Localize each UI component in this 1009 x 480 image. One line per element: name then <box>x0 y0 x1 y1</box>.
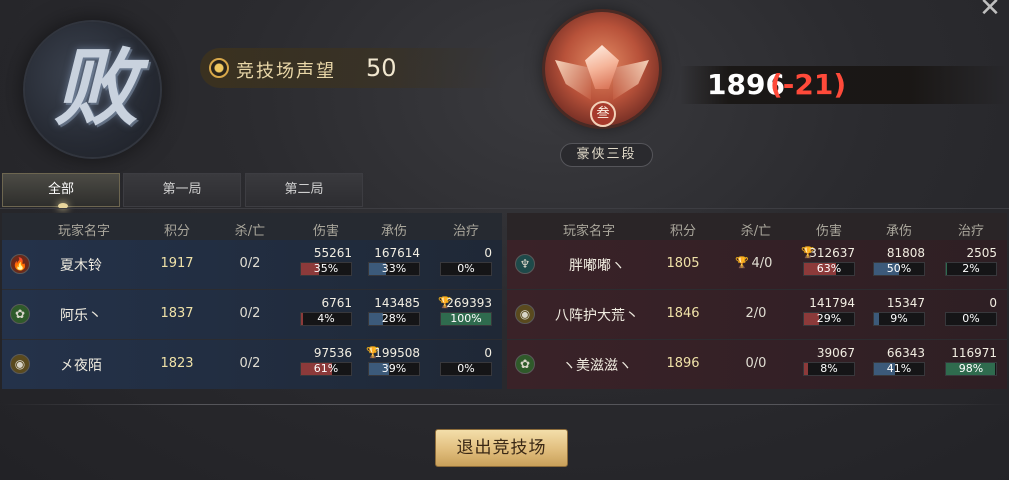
heal-share-percent: 98% <box>958 362 984 375</box>
player-kill-death: 4/0 <box>751 256 773 271</box>
tab-divider <box>0 208 1009 209</box>
damage-share-percent: 35% <box>313 262 339 275</box>
col-header-heal: 治疗 <box>452 224 479 239</box>
trident-icon: ♆ <box>515 254 535 274</box>
tank-share-percent: 39% <box>381 362 407 375</box>
tab-all[interactable]: 全部 <box>2 173 120 207</box>
prestige-value: 50 <box>366 54 397 82</box>
heal-share-percent: 0% <box>457 362 475 375</box>
leaf-icon: ✿ <box>515 354 535 374</box>
rating-delta: (-21) <box>770 68 847 101</box>
player-score: 1823 <box>160 356 194 371</box>
player-kill-death: 0/2 <box>239 356 261 371</box>
player-kill-death: 0/2 <box>239 256 261 271</box>
player-name[interactable]: 阿乐丶 <box>60 305 140 325</box>
heal-value: 0 <box>989 296 997 310</box>
tank-value: 199508 <box>374 346 420 360</box>
rank-name: 豪侠三段 <box>560 143 653 167</box>
heal-share-percent: 0% <box>457 262 475 275</box>
col-header-damage: 伤害 <box>312 224 339 239</box>
col-header-score: 积分 <box>669 224 696 239</box>
player-kill-death: 2/0 <box>745 306 767 321</box>
tank-value: 143485 <box>374 296 420 310</box>
prestige-label: 竞技场声望 <box>236 61 336 82</box>
col-header-kd: 杀/亡 <box>234 224 266 239</box>
damage-share-percent: 8% <box>820 362 838 375</box>
flame-icon: 🔥 <box>10 254 30 274</box>
prestige-coin-icon <box>209 58 229 78</box>
damage-share-percent: 61% <box>313 362 339 375</box>
tank-value: 66343 <box>886 346 925 360</box>
col-header-name: 玩家名字 <box>57 224 110 239</box>
heal-value: 2505 <box>966 246 997 260</box>
defeat-text: 败 <box>53 38 138 137</box>
col-header-tank: 承伤 <box>885 224 912 239</box>
tank-share-percent: 9% <box>890 312 908 325</box>
player-score: 1805 <box>666 256 700 271</box>
tank-value: 15347 <box>886 296 925 310</box>
footer-divider <box>0 404 1009 405</box>
tab-round-2[interactable]: 第二局 <box>245 173 363 207</box>
tank-share-percent: 28% <box>381 312 407 325</box>
col-header-kd: 杀/亡 <box>740 224 772 239</box>
damage-value: 55261 <box>313 246 352 260</box>
exit-arena-button[interactable]: 退出竞技场 <box>435 429 568 467</box>
damage-value: 39067 <box>816 346 855 360</box>
orb-icon: ◉ <box>10 354 30 374</box>
tank-share-percent: 50% <box>886 262 912 275</box>
player-name[interactable]: 夏木铃 <box>60 255 140 275</box>
heal-value: 116971 <box>951 346 997 360</box>
tab-round-1[interactable]: 第一局 <box>123 173 241 207</box>
player-name[interactable]: 胖嘟嘟ヽ <box>547 255 647 275</box>
damage-value: 141794 <box>809 296 855 310</box>
tank-value: 167614 <box>374 246 420 260</box>
tank-share-percent: 41% <box>886 362 912 375</box>
damage-value: 6761 <box>321 296 352 310</box>
heal-share-percent: 0% <box>962 312 980 325</box>
player-kill-death: 0/0 <box>745 356 767 371</box>
player-name[interactable]: 㐅夜陌 <box>60 355 140 375</box>
damage-share-percent: 29% <box>816 312 842 325</box>
player-kill-death: 0/2 <box>239 306 261 321</box>
tank-value: 81808 <box>886 246 925 260</box>
player-name[interactable]: 八阵护大荒丶 <box>547 305 647 325</box>
heal-share-percent: 2% <box>962 262 980 275</box>
damage-value: 97536 <box>313 346 352 360</box>
damage-share-percent: 4% <box>317 312 335 325</box>
player-score: 1917 <box>160 256 194 271</box>
col-header-name: 玩家名字 <box>562 224 615 239</box>
heal-share-percent: 100% <box>450 312 482 325</box>
col-header-damage: 伤害 <box>815 224 842 239</box>
col-header-heal: 治疗 <box>957 224 984 239</box>
damage-share-percent: 63% <box>816 262 842 275</box>
leaf-icon: ✿ <box>10 304 30 324</box>
player-name[interactable]: ヽ美滋滋ヽ <box>547 355 647 375</box>
rank-tier-numeral: 叁 <box>590 101 616 127</box>
heal-value: 269393 <box>446 296 492 310</box>
damage-value: 312637 <box>809 246 855 260</box>
heal-value: 0 <box>484 346 492 360</box>
close-icon[interactable]: ✕ <box>978 0 1002 21</box>
orb-icon: ◉ <box>515 304 535 324</box>
player-score: 1846 <box>666 306 700 321</box>
player-score: 1896 <box>666 356 700 371</box>
heal-value: 0 <box>484 246 492 260</box>
col-header-score: 积分 <box>163 224 190 239</box>
col-header-tank: 承伤 <box>380 224 407 239</box>
tank-share-percent: 33% <box>381 262 407 275</box>
player-score: 1837 <box>160 306 194 321</box>
